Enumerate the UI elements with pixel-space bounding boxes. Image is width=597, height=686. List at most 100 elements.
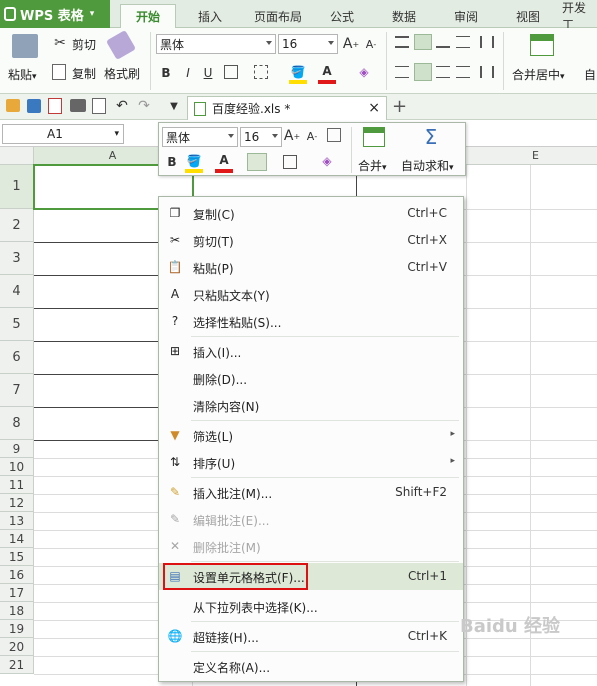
menu-item-paste-text[interactable]: A 只粘贴文本(Y) <box>159 281 463 308</box>
clear-format-icon[interactable]: ◈ <box>356 64 372 80</box>
row-header[interactable]: 16 <box>0 566 34 584</box>
bold-button[interactable]: B <box>158 64 174 82</box>
align-middle-icon[interactable] <box>414 34 432 50</box>
export-pdf-icon[interactable] <box>48 98 62 114</box>
menu-item-delete-comment[interactable]: ✕ 删除批注(M) <box>159 533 463 560</box>
row-header[interactable]: 13 <box>0 512 34 530</box>
redo-icon[interactable]: ↷ <box>136 97 152 115</box>
row-header[interactable]: 18 <box>0 602 34 620</box>
menu-item-edit-comment[interactable]: ✎ 编辑批注(E)... <box>159 506 463 533</box>
font-color-button[interactable]: A <box>320 63 334 79</box>
save-icon[interactable] <box>27 99 41 113</box>
cut-button[interactable]: 剪切 <box>72 36 96 53</box>
tab-insert[interactable]: 插入 <box>184 4 236 28</box>
row-header[interactable]: 21 <box>0 656 34 674</box>
row-header[interactable]: 11 <box>0 476 34 494</box>
menu-item-define-name[interactable]: 定义名称(A)... <box>159 653 463 680</box>
merge-center-button[interactable]: 合并居中▾ <box>512 66 565 83</box>
menu-item-hyperlink[interactable]: 🌐 超链接(H)... Ctrl+K <box>159 623 463 650</box>
tab-page-layout[interactable]: 页面布局 <box>246 4 310 28</box>
row-header[interactable]: 3 <box>0 242 34 275</box>
mini-bold-button[interactable]: B <box>165 153 179 171</box>
undo-icon[interactable]: ↶ <box>114 97 130 115</box>
mini-format-cells-icon[interactable] <box>327 128 341 142</box>
print-icon[interactable] <box>70 99 86 112</box>
fill-color-icon[interactable]: 🪣 <box>290 64 306 80</box>
close-tab-icon[interactable]: × <box>368 100 380 116</box>
align-center-icon[interactable] <box>414 63 432 81</box>
tab-data[interactable]: 数据 <box>384 4 424 28</box>
paste-button[interactable]: 粘贴▾ <box>8 66 37 83</box>
menu-item-insert-comment[interactable]: ✎ 插入批注(M)... Shift+F2 <box>159 479 463 506</box>
menu-item-delete[interactable]: 删除(D)... <box>159 365 463 392</box>
print-preview-icon[interactable] <box>92 98 106 114</box>
indent-icon[interactable] <box>480 36 494 48</box>
tab-view[interactable]: 视图 <box>508 4 548 28</box>
underline-button[interactable]: U <box>200 64 216 82</box>
mini-clear-format-icon[interactable]: ◈ <box>319 153 335 169</box>
font-name-select[interactable]: 黑体 <box>156 34 276 54</box>
row-header[interactable]: 19 <box>0 620 34 638</box>
menu-item-filter[interactable]: ▼ 筛选(L) ▸ <box>159 422 463 449</box>
customize-qat-icon[interactable]: ▼ <box>168 99 180 113</box>
align-right-icon[interactable] <box>436 66 450 78</box>
select-all-corner[interactable] <box>0 147 34 165</box>
row-header[interactable]: 17 <box>0 584 34 602</box>
menu-item-sort[interactable]: ⇅ 排序(U) ▸ <box>159 449 463 476</box>
cell-style-icon[interactable] <box>254 65 268 79</box>
tab-developer[interactable]: 开发工 <box>562 1 597 32</box>
column-header-e[interactable]: E <box>466 147 597 165</box>
mini-autosum-button[interactable]: 自动求和▾ <box>401 157 454 174</box>
row-header[interactable]: 4 <box>0 275 34 308</box>
row-header[interactable]: 15 <box>0 548 34 566</box>
row-header[interactable]: 14 <box>0 530 34 548</box>
open-folder-icon[interactable] <box>6 99 20 112</box>
mini-font-size-select[interactable]: 16 <box>240 127 282 147</box>
grow-font-button[interactable]: A + <box>343 36 359 52</box>
row-header[interactable]: 6 <box>0 341 34 374</box>
align-bottom-icon[interactable] <box>436 36 450 48</box>
mini-shrink-font-button[interactable]: A- <box>304 128 320 144</box>
format-painter-button[interactable]: 格式刷 <box>104 65 140 82</box>
row-header[interactable]: 10 <box>0 458 34 476</box>
menu-item-copy[interactable]: ❐ 复制(C) Ctrl+C <box>159 200 463 227</box>
row-header[interactable]: 5 <box>0 308 34 341</box>
menu-item-paste-special[interactable]: ? 选择性粘贴(S)... <box>159 308 463 335</box>
wps-logo-button[interactable]: WPS 表格 ▾ <box>0 0 110 28</box>
row-header[interactable]: 9 <box>0 440 34 458</box>
wrap-text-button[interactable]: 自 <box>584 66 596 83</box>
italic-button[interactable]: I <box>180 64 196 82</box>
justify-icon[interactable] <box>456 66 470 78</box>
row-header[interactable]: 8 <box>0 407 34 440</box>
borders-icon[interactable] <box>224 65 238 79</box>
row-header[interactable]: 7 <box>0 374 34 407</box>
menu-item-clear-contents[interactable]: 清除内容(N) <box>159 392 463 419</box>
mini-merge-button[interactable]: 合并▾ <box>358 157 387 174</box>
align-left-icon[interactable] <box>395 66 409 78</box>
copy-button[interactable]: 复制 <box>72 65 96 82</box>
row-header[interactable]: 12 <box>0 494 34 512</box>
name-box[interactable]: A1 ▾ <box>2 124 124 144</box>
paste-icon[interactable] <box>12 34 38 58</box>
orientation-icon[interactable] <box>456 36 470 48</box>
mini-fill-color-icon[interactable]: 🪣 <box>185 153 203 169</box>
row-header[interactable]: 20 <box>0 638 34 656</box>
row-header[interactable]: 1 <box>0 165 34 209</box>
menu-item-pick-from-list[interactable]: 从下拉列表中选择(K)... <box>159 593 463 620</box>
font-size-select[interactable]: 16 <box>278 34 338 54</box>
shrink-font-button[interactable]: A- <box>363 36 379 52</box>
row-header[interactable]: 2 <box>0 209 34 242</box>
document-tab[interactable]: 百度经验.xls * × <box>187 96 387 120</box>
mini-font-color-button[interactable]: A <box>217 152 231 168</box>
tab-formulas[interactable]: 公式 <box>322 4 362 28</box>
new-tab-button[interactable]: + <box>392 96 407 117</box>
menu-item-paste[interactable]: 📋 粘贴(P) Ctrl+V <box>159 254 463 281</box>
menu-item-insert[interactable]: ⊞ 插入(I)... <box>159 338 463 365</box>
mini-font-name-select[interactable]: 黑体 <box>162 127 238 147</box>
mini-borders-icon[interactable] <box>283 155 297 169</box>
tab-home[interactable]: 开始 <box>120 4 176 28</box>
distribute-icon[interactable] <box>480 66 494 78</box>
mini-align-center-icon[interactable] <box>247 153 267 171</box>
menu-item-cut[interactable]: ✂ 剪切(T) Ctrl+X <box>159 227 463 254</box>
tab-review[interactable]: 审阅 <box>446 4 486 28</box>
